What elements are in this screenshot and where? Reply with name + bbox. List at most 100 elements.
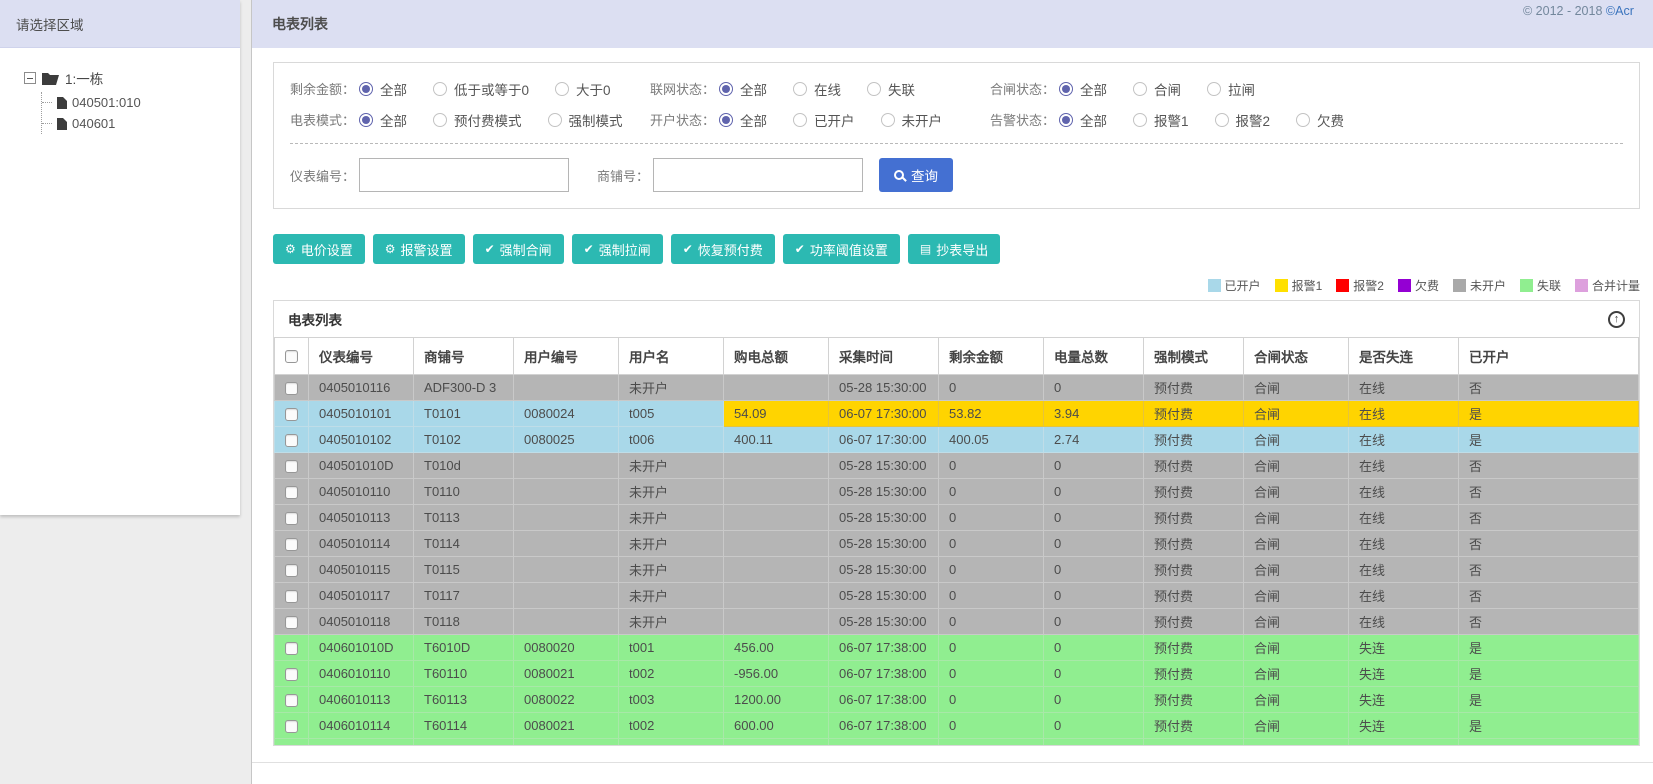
radio-option[interactable]: 强制模式	[547, 110, 623, 130]
action-button-label: 抄表导出	[936, 242, 989, 258]
row-checkbox[interactable]	[285, 720, 298, 734]
radio-option[interactable]: 报警2	[1214, 110, 1270, 130]
table-cell	[723, 582, 829, 609]
legend-label: 失联	[1536, 279, 1561, 293]
action-button[interactable]: 电价设置	[273, 234, 365, 264]
radio-option[interactable]: 拉闸	[1207, 79, 1255, 99]
radio-icon[interactable]	[719, 112, 734, 127]
row-checkbox[interactable]	[285, 408, 298, 422]
meter-no-input[interactable]	[359, 158, 570, 192]
legend-label: 已开户	[1224, 279, 1261, 293]
radio-option[interactable]: 全部	[1059, 110, 1107, 130]
action-button[interactable]: 恢复预付费	[670, 234, 775, 264]
table-cell: T60115	[413, 738, 514, 745]
table-cell: 0	[938, 374, 1044, 401]
shop-no-input[interactable]	[653, 158, 864, 192]
table-cell: 06-07 17:38:00	[828, 660, 939, 687]
filter-grid: 剩余金额： 全部 低于或等于0 大于0 联网状态： 全部 在线 失联 合闸状态：…	[290, 75, 1623, 133]
radio-icon[interactable]	[1214, 112, 1229, 127]
tree-root-node[interactable]: 1:一栋	[24, 68, 230, 88]
table-cell: t003	[618, 686, 724, 713]
row-select-cell	[274, 712, 309, 739]
radio-option[interactable]: 已开户	[793, 110, 855, 130]
tree-root-label[interactable]: 1:一栋	[65, 68, 103, 88]
row-checkbox[interactable]	[285, 486, 298, 500]
radio-option[interactable]: 预付费模式	[433, 110, 522, 130]
row-checkbox[interactable]	[285, 668, 298, 682]
table-cell: 400.05	[938, 426, 1044, 453]
row-checkbox[interactable]	[285, 460, 298, 474]
radio-option[interactable]: 失联	[867, 79, 915, 99]
radio-icon[interactable]	[1059, 81, 1074, 96]
column-header: 强制模式	[1143, 337, 1244, 375]
row-checkbox[interactable]	[285, 590, 298, 604]
action-button[interactable]: 功率阈值设置	[782, 234, 900, 264]
action-button[interactable]: 强制合闸	[472, 234, 564, 264]
radio-option[interactable]: 报警1	[1133, 110, 1189, 130]
table-header-row: 仪表编号 商铺号 用户编号 用户名 购电总额 采集时间 剩余金额 电量总数 强制模式 合闸状态 是否…	[274, 337, 1639, 375]
radio-option[interactable]: 大于0	[555, 79, 611, 99]
collapse-icon[interactable]	[24, 72, 36, 84]
action-button-label: 报警设置	[400, 242, 453, 258]
filter-group-alarm-status: 告警状态： 全部 报警1 报警2 欠费	[990, 106, 1623, 133]
action-button[interactable]: 报警设置	[372, 234, 465, 264]
radio-icon[interactable]	[793, 81, 808, 96]
row-checkbox[interactable]	[285, 512, 298, 526]
radio-icon[interactable]	[1059, 112, 1074, 127]
radio-icon[interactable]	[359, 112, 374, 127]
row-checkbox[interactable]	[285, 564, 298, 578]
radio-option[interactable]: 全部	[719, 79, 767, 99]
table-cell: 预付费	[1143, 582, 1244, 609]
select-all-checkbox[interactable]	[285, 350, 298, 364]
radio-option[interactable]: 在线	[793, 79, 841, 99]
table-cell: 在线	[1348, 582, 1459, 609]
row-checkbox[interactable]	[285, 694, 298, 708]
radio-icon[interactable]	[719, 81, 734, 96]
radio-option[interactable]: 未开户	[880, 110, 943, 130]
radio-option[interactable]: 全部	[719, 110, 767, 130]
row-checkbox[interactable]	[285, 642, 298, 656]
radio-icon[interactable]	[1133, 81, 1148, 96]
radio-icon[interactable]	[1296, 112, 1311, 127]
row-checkbox[interactable]	[285, 434, 298, 448]
radio-icon[interactable]	[1133, 112, 1148, 127]
radio-option[interactable]: 全部	[359, 110, 407, 130]
radio-icon[interactable]	[867, 81, 882, 96]
radio-option[interactable]: 欠费	[1296, 110, 1344, 130]
radio-icon[interactable]	[433, 112, 448, 127]
tree-leaf-node[interactable]: 040501:010	[42, 92, 230, 113]
query-button[interactable]: 查询	[879, 158, 954, 192]
row-checkbox[interactable]	[285, 382, 298, 396]
table-cell: t006	[618, 426, 724, 453]
radio-option-label: 未开户	[901, 113, 943, 129]
tree-leaf-node[interactable]: 040601	[42, 113, 230, 134]
table-cell: 0	[1043, 504, 1144, 531]
radio-icon[interactable]	[555, 81, 570, 96]
brand-link[interactable]: ©Acr	[1606, 4, 1634, 18]
tree-leaf-label[interactable]: 040601	[72, 116, 115, 131]
radio-icon[interactable]	[793, 112, 808, 127]
action-button[interactable]: 强制拉闸	[571, 234, 663, 264]
table-cell: 0	[1043, 374, 1144, 401]
radio-icon[interactable]	[359, 81, 374, 96]
radio-option[interactable]: 全部	[359, 79, 407, 99]
radio-option[interactable]: 全部	[1059, 79, 1107, 99]
table-cell: 合闸	[1243, 478, 1349, 505]
table-cell: 失连	[1348, 686, 1459, 713]
radio-icon[interactable]	[880, 112, 895, 127]
radio-option[interactable]: 低于或等于0	[433, 79, 529, 99]
row-checkbox[interactable]	[285, 616, 298, 630]
radio-icon[interactable]	[547, 112, 562, 127]
tree-leaf-label[interactable]: 040501:010	[72, 95, 141, 110]
column-header: 已开户	[1458, 337, 1639, 375]
scroll-top-icon[interactable]	[1608, 310, 1625, 328]
table-row: 0405010102 T0102 0080025 t006 400.11 06-07 17…	[274, 426, 1639, 453]
action-button[interactable]: 抄表导出	[907, 234, 1001, 264]
radio-icon[interactable]	[433, 81, 448, 96]
table-cell: 0	[938, 478, 1044, 505]
row-checkbox[interactable]	[285, 538, 298, 552]
radio-option[interactable]: 合闸	[1133, 79, 1181, 99]
table-cell: 否	[1458, 556, 1639, 583]
radio-icon[interactable]	[1207, 81, 1222, 96]
check-icon	[795, 243, 805, 255]
